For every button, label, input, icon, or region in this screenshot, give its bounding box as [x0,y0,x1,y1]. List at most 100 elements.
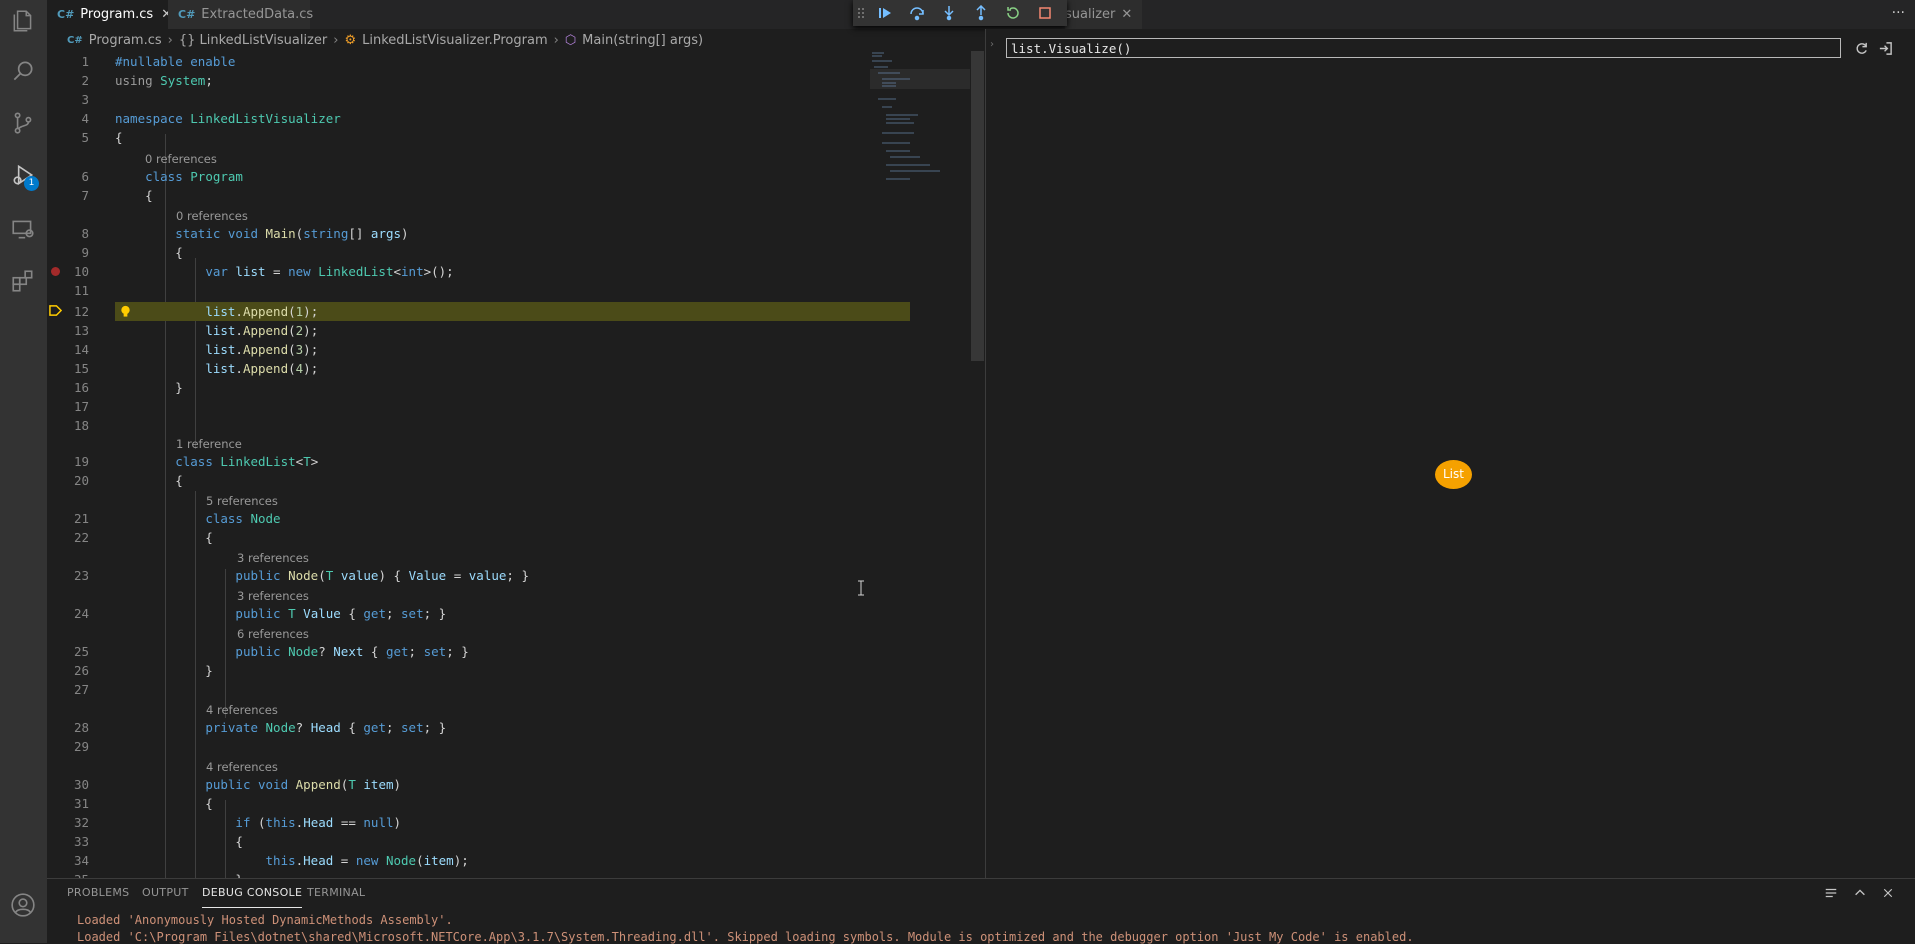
code-line: 11 [73,283,89,298]
breadcrumb: C# Program.cs › {} LinkedListVisualizer … [47,29,987,51]
code-lens[interactable]: 4 references [206,759,278,775]
step-into-button[interactable] [933,0,965,26]
code-line: 1 #nullable enable [81,54,236,69]
code-lens[interactable]: 6 references [237,626,309,642]
code-line: 34 this.Head = new Node(item); [73,853,469,868]
code-line: 23 public Node(T value) { Value = value;… [73,568,529,583]
breadcrumb-namespace[interactable]: {} LinkedListVisualizer [179,33,327,48]
sign-in-icon[interactable] [1874,37,1896,59]
clear-console-icon[interactable] [1820,883,1842,903]
tab-debug-console[interactable]: DEBUG CONSOLE [202,879,303,908]
code-line: 13 list.Append(2); [73,323,319,338]
source-control-icon[interactable] [8,108,38,138]
code-line: 15 list.Append(4); [73,361,319,376]
method-icon: ⬡ [564,32,577,48]
search-icon[interactable] [8,56,38,86]
bottom-panel: PROBLEMS OUTPUT DEBUG CONSOLE TERMINAL L… [47,878,1915,944]
tab-output[interactable]: OUTPUT [142,879,189,907]
tab-label: sualizer [1065,7,1116,22]
extensions-icon[interactable] [8,266,38,296]
code-line: 30 public void Append(T item) [73,777,402,792]
breadcrumb-class[interactable]: LinkedListVisualizer.Program [362,33,548,48]
code-line: 12 list.Append(1); [73,304,319,319]
stop-button[interactable] [1029,0,1061,26]
close-icon[interactable]: ✕ [1121,7,1132,22]
code-lens[interactable]: 0 references [145,151,217,167]
continue-button[interactable] [869,0,901,26]
tab-program-cs[interactable]: C# Program.cs ✕ [47,0,172,29]
code-lens[interactable]: 3 references [237,588,309,604]
activity-bar: 1 [0,0,47,943]
code-line: 9 { [81,245,183,260]
code-lens[interactable]: 1 reference [176,436,242,452]
more-actions-icon[interactable]: ··· [1892,5,1905,21]
code-line: 31 { [73,796,213,811]
code-lens[interactable]: 3 references [237,550,309,566]
code-lens[interactable]: 4 references [206,702,278,718]
chevron-right-icon: › [990,39,994,50]
csharp-file-icon: C# [57,8,75,21]
code-line: 18 [73,418,89,433]
code-line: 6 class Program [81,169,243,184]
code-line: 14 list.Append(3); [73,342,319,357]
code-line: 3 [81,92,89,107]
code-line: 25 public Node? Next { get; set; } [73,644,469,659]
chevron-right-icon: › [167,32,173,48]
code-line: 26 } [73,663,213,678]
code-line: 22 { [73,530,213,545]
code-line: 28 private Node? Head { get; set; } [73,720,447,735]
minimap[interactable] [870,51,970,191]
code-line: 27 [73,682,89,697]
restart-button[interactable] [997,0,1029,26]
debug-badge: 1 [24,176,39,191]
code-line: 32 if (this.Head == null) [73,815,402,830]
close-panel-icon[interactable] [1877,883,1899,903]
csharp-file-icon: C# [178,8,196,21]
code-line: 21 class Node [73,511,281,526]
visualizer-panel: › List [985,29,1915,878]
tab-label: Program.cs [80,7,154,22]
code-line: 8 static void Main(string[] args) [81,226,409,241]
code-line: 29 [73,739,89,754]
step-over-button[interactable] [901,0,933,26]
refresh-icon[interactable] [1850,37,1872,59]
code-line: 33 { [73,834,243,849]
step-out-button[interactable] [965,0,997,26]
debug-toolbar [853,0,1067,26]
code-lens[interactable]: 0 references [176,208,248,224]
tab-label: ExtractedData.cs [201,7,314,22]
class-icon: ⚙ [344,32,357,48]
account-icon[interactable] [8,890,38,920]
code-line: 35 } [47,870,987,878]
chevron-right-icon: › [333,32,339,48]
code-line: 4 namespace LinkedListVisualizer [81,111,341,126]
tab-terminal[interactable]: TERMINAL [307,879,365,907]
breadcrumb-method[interactable]: Main(string[] args) [582,33,703,48]
drag-handle-icon[interactable] [853,0,869,26]
code-line: 7 { [81,188,153,203]
console-line: Loaded 'Anonymously Hosted DynamicMethod… [77,913,453,927]
breadcrumb-file[interactable]: Program.cs [89,33,162,48]
tab-extracted-data[interactable]: C# ExtractedData.cs [168,0,314,29]
code-line: 5{ [81,130,123,145]
tab-visualizer[interactable]: sualizer ✕ [1065,0,1143,29]
code-line: 10 var list = new LinkedList<int>(); [73,264,454,279]
code-lens[interactable]: 5 references [206,493,278,509]
code-line: 24 public T Value { get; set; } [73,606,447,621]
explorer-icon[interactable] [8,6,38,36]
code-editor[interactable]: 1 #nullable enable 2 using System; 3 4 name… [47,51,987,878]
maximize-panel-icon[interactable] [1849,883,1871,903]
console-line: Loaded 'C:\Program Files\dotnet\shared\M… [77,930,1414,944]
graph-node-list[interactable]: List [1435,460,1472,489]
tab-problems[interactable]: PROBLEMS [67,879,129,907]
chevron-right-icon: › [553,32,559,48]
csharp-file-icon: C# [67,34,83,46]
expression-input[interactable] [1006,38,1841,58]
code-line: 19 class LinkedList<T> [73,454,319,469]
editor-scrollbar[interactable] [971,51,984,361]
code-line: 2 using System; [81,73,213,88]
code-line: 20 { [73,473,183,488]
code-line: 17 [73,399,89,414]
remote-explorer-icon[interactable] [8,214,38,244]
code-line: 16 } [73,380,183,395]
